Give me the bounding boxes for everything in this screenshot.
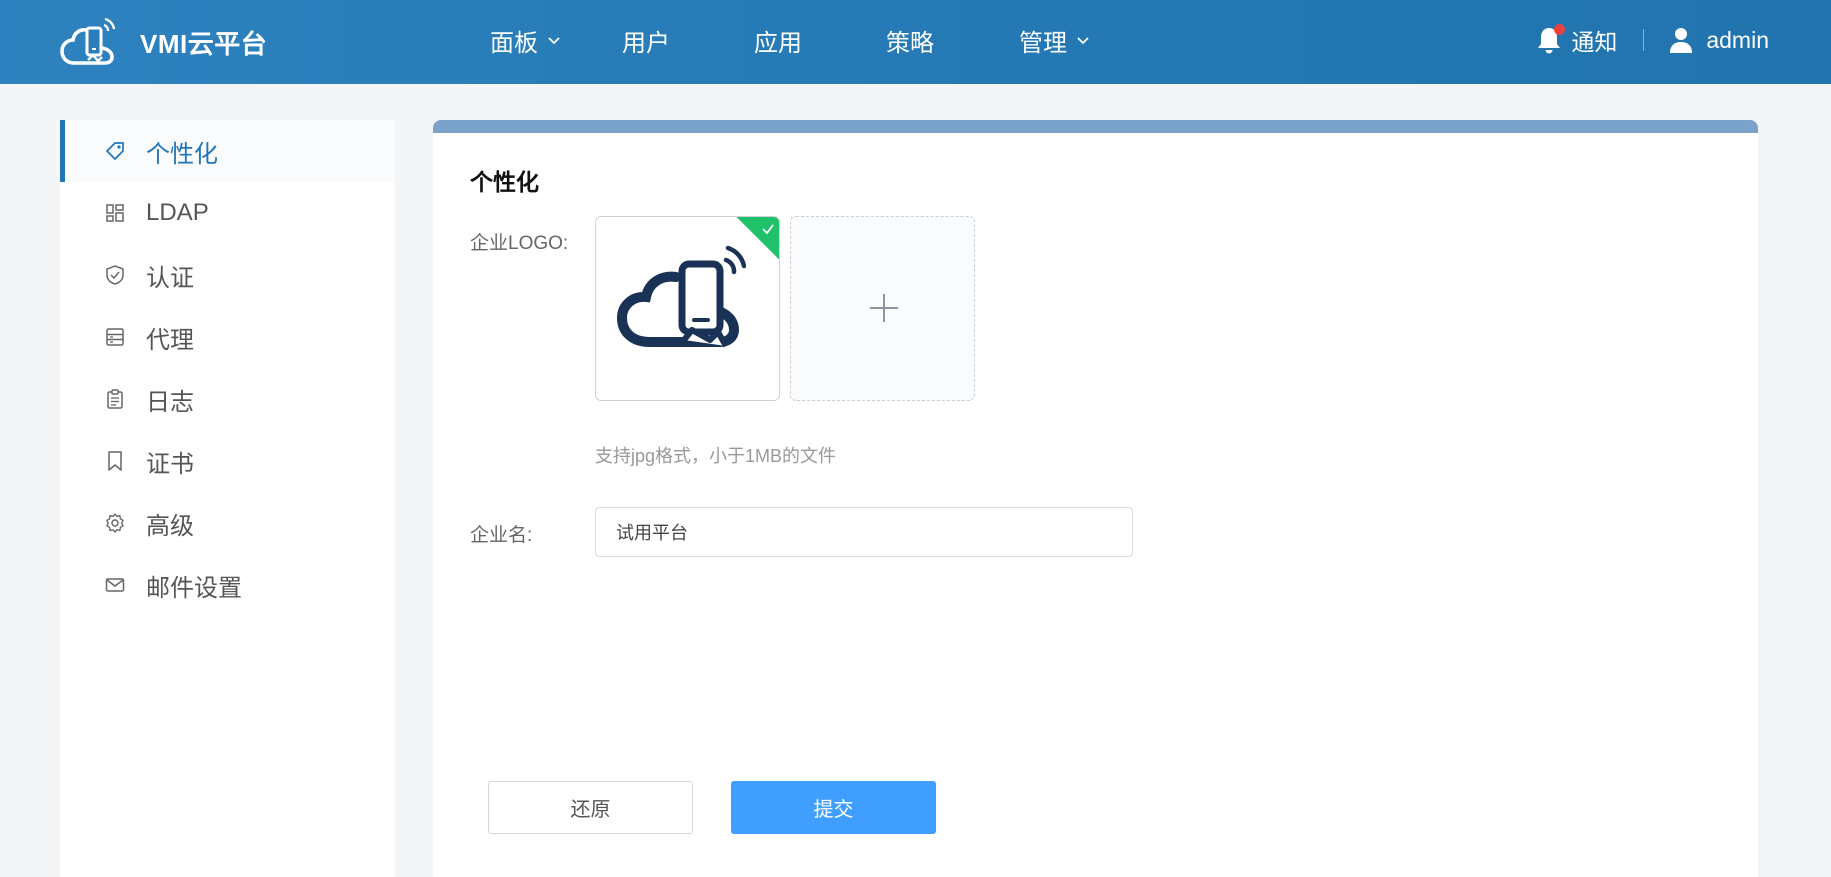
main-nav: 面板 用户 应用 策略 管理 xyxy=(490,0,1139,80)
server-icon xyxy=(106,328,124,346)
logo-label: 企业LOGO: xyxy=(470,233,569,254)
username: admin xyxy=(1706,26,1769,53)
nav-manage-label: 管理 xyxy=(1019,29,1067,57)
chevron-down-icon xyxy=(548,37,560,45)
sidebar-item-label: 邮件设置 xyxy=(146,574,242,602)
sidebar-item-label: 个性化 xyxy=(146,140,218,168)
notifications-button[interactable]: 通知 xyxy=(1535,23,1617,57)
logo-upload-button[interactable] xyxy=(790,216,975,401)
app-name: VMI云平台 xyxy=(140,28,268,59)
nav-dashboard[interactable]: 面板 xyxy=(490,23,622,58)
company-name-input[interactable] xyxy=(595,507,1133,557)
sidebar-item-certificate[interactable]: 证书 xyxy=(60,430,395,492)
top-navbar: VMI云平台 面板 用户 应用 策略 管理 通知 admin xyxy=(0,0,1831,84)
clipboard-icon xyxy=(107,389,123,409)
sidebar-item-auth[interactable]: 认证 xyxy=(60,244,395,306)
current-logo-thumbnail[interactable] xyxy=(595,216,780,401)
cloud-phone-logo-icon xyxy=(60,17,116,65)
company-name-label: 企业名: xyxy=(470,525,533,546)
sidebar-item-ldap[interactable]: LDAP xyxy=(60,182,395,244)
nav-apps[interactable]: 应用 xyxy=(754,23,886,58)
panel-accent-bar xyxy=(433,120,1758,133)
cloud-phone-logo-icon xyxy=(616,245,746,348)
user-menu[interactable]: admin xyxy=(1668,26,1769,54)
sidebar-item-mail-settings[interactable]: 邮件设置 xyxy=(60,554,395,616)
notification-dot xyxy=(1554,24,1566,35)
sidebar-item-personalization[interactable]: 个性化 xyxy=(60,120,395,182)
gear-icon xyxy=(106,513,124,533)
header-actions: 通知 admin xyxy=(1535,0,1769,80)
sidebar-item-label: 证书 xyxy=(146,450,194,478)
grid-icon xyxy=(106,204,124,222)
nav-dashboard-label: 面板 xyxy=(490,29,538,57)
sidebar-item-label: 高级 xyxy=(146,512,194,540)
sidebar-item-advanced[interactable]: 高级 xyxy=(60,492,395,554)
nav-policy[interactable]: 策略 xyxy=(886,23,1019,58)
nav-apps-label: 应用 xyxy=(754,29,802,57)
tag-icon xyxy=(105,142,124,161)
personalization-panel: 个性化 企业LOGO: 支持jpg格式，小于1MB的文件 企业名: 还原 提交 xyxy=(433,120,1758,877)
sidebar-item-label: 代理 xyxy=(146,326,194,354)
settings-sidebar: 个性化 LDAP 认证 代理 日志 证书 高级 邮件设置 xyxy=(60,120,395,877)
notify-label: 通知 xyxy=(1571,29,1618,55)
header-divider xyxy=(1643,29,1645,51)
sidebar-item-label: 日志 xyxy=(146,388,194,416)
brand[interactable]: VMI云平台 xyxy=(60,10,267,74)
nav-users[interactable]: 用户 xyxy=(622,23,754,58)
bell-icon xyxy=(1535,24,1566,55)
sidebar-item-label: LDAP xyxy=(146,199,209,226)
plus-icon xyxy=(870,294,898,322)
panel-title: 个性化 xyxy=(470,169,539,195)
user-icon xyxy=(1670,28,1693,53)
sidebar-item-label: 认证 xyxy=(146,264,194,292)
nav-policy-label: 策略 xyxy=(886,29,934,57)
mail-icon xyxy=(105,578,125,592)
chevron-down-icon xyxy=(1077,37,1089,45)
upload-hint: 支持jpg格式，小于1MB的文件 xyxy=(595,446,837,466)
check-icon xyxy=(762,224,774,235)
nav-users-label: 用户 xyxy=(622,29,670,57)
sidebar-item-logs[interactable]: 日志 xyxy=(60,368,395,430)
bookmark-icon xyxy=(108,451,122,471)
submit-button[interactable]: 提交 xyxy=(731,781,936,834)
shield-check-icon xyxy=(106,265,124,285)
sidebar-item-proxy[interactable]: 代理 xyxy=(60,306,395,368)
reset-button[interactable]: 还原 xyxy=(488,781,693,834)
nav-manage[interactable]: 管理 xyxy=(1019,23,1139,58)
